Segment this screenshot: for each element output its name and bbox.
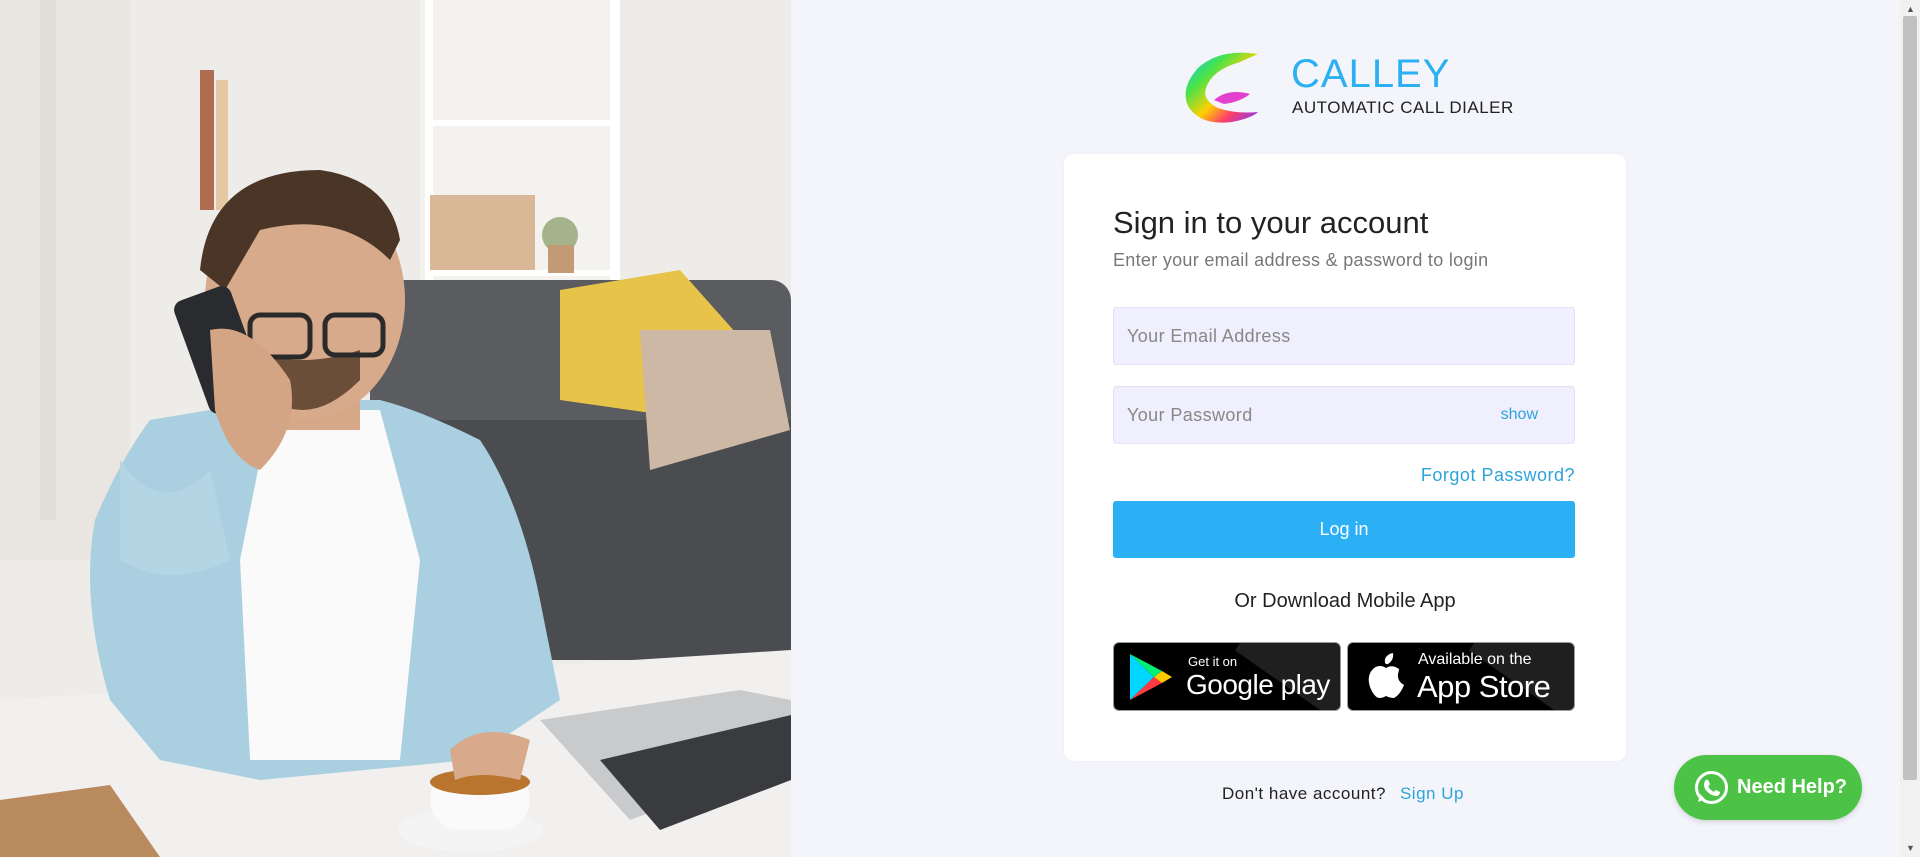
scroll-thumb[interactable] (1903, 16, 1917, 780)
need-help-label: Need Help? (1737, 776, 1848, 798)
page-scrollbar[interactable]: ▲ ▼ (1900, 0, 1920, 857)
download-app-label: Or Download Mobile App (1234, 590, 1456, 612)
google-play-badge[interactable]: Get it on Google play (1113, 642, 1341, 711)
email-field-wrapper (1113, 307, 1575, 365)
hero-photo (0, 0, 791, 857)
show-password-toggle[interactable]: show (1501, 406, 1538, 424)
login-card: Sign in to your account Enter your email… (1064, 154, 1626, 761)
email-input[interactable] (1114, 308, 1487, 364)
whatsapp-icon (1695, 771, 1728, 804)
signup-row: Don't have account? Sign Up (1222, 784, 1464, 804)
forgot-password-link[interactable]: Forgot Password? (1421, 465, 1575, 486)
scroll-down-arrow-icon[interactable]: ▼ (1906, 843, 1915, 853)
password-input[interactable] (1114, 387, 1487, 443)
calley-logo-icon (1185, 52, 1258, 123)
signup-link[interactable]: Sign Up (1400, 784, 1464, 803)
brand-logo: CALLEY AUTOMATIC CALL DIALER (1180, 48, 1520, 128)
app-store-big-text: App Store (1417, 669, 1551, 704)
brand-tagline: AUTOMATIC CALL DIALER (1292, 98, 1514, 117)
google-play-icon (1130, 654, 1172, 700)
apple-icon (1368, 653, 1404, 698)
app-store-badge[interactable]: Available on the App Store (1347, 642, 1575, 711)
need-help-button[interactable]: Need Help? (1674, 755, 1862, 820)
password-field-wrapper: show (1113, 386, 1575, 444)
login-subtitle: Enter your email address & password to l… (1113, 250, 1489, 270)
app-store-small-text: Available on the (1418, 651, 1532, 668)
login-button[interactable]: Log in (1113, 501, 1575, 558)
brand-name: CALLEY (1291, 52, 1451, 96)
google-play-big-text: Google play (1186, 669, 1330, 700)
google-play-small-text: Get it on (1188, 654, 1238, 669)
login-title: Sign in to your account (1113, 205, 1429, 240)
signup-prompt: Don't have account? (1222, 784, 1386, 803)
scroll-up-arrow-icon[interactable]: ▲ (1906, 4, 1915, 14)
